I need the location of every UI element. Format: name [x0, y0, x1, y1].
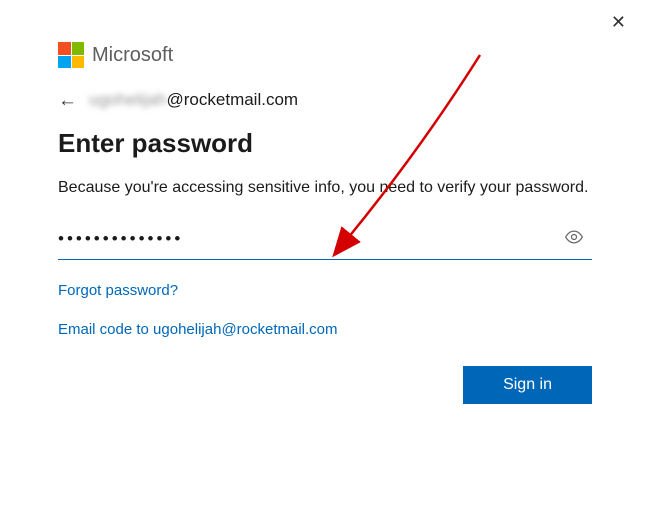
close-button[interactable]: ✕ [611, 12, 626, 33]
brand-row: Microsoft [58, 42, 592, 68]
email-redacted-prefix: ugohelijah [89, 90, 167, 110]
email-code-link[interactable]: Email code to ugohelijah@rocketmail.com [58, 321, 592, 338]
brand-name: Microsoft [92, 44, 173, 67]
forgot-password-link[interactable]: Forgot password? [58, 282, 592, 299]
password-field-wrap [58, 223, 592, 260]
reveal-password-icon[interactable] [564, 227, 584, 252]
description-text: Because you're accessing sensitive info,… [58, 177, 592, 199]
microsoft-logo-icon [58, 42, 84, 68]
password-input[interactable] [58, 223, 592, 260]
signin-panel: Microsoft ← ugohelijah@rocketmail.com En… [0, 0, 650, 436]
button-row: Sign in [58, 366, 592, 404]
account-email: ugohelijah@rocketmail.com [89, 90, 298, 110]
email-domain: @rocketmail.com [167, 90, 299, 109]
signin-button[interactable]: Sign in [463, 366, 592, 404]
account-row: ← ugohelijah@rocketmail.com [58, 90, 592, 110]
page-title: Enter password [58, 128, 592, 159]
back-arrow-icon[interactable]: ← [58, 91, 77, 110]
